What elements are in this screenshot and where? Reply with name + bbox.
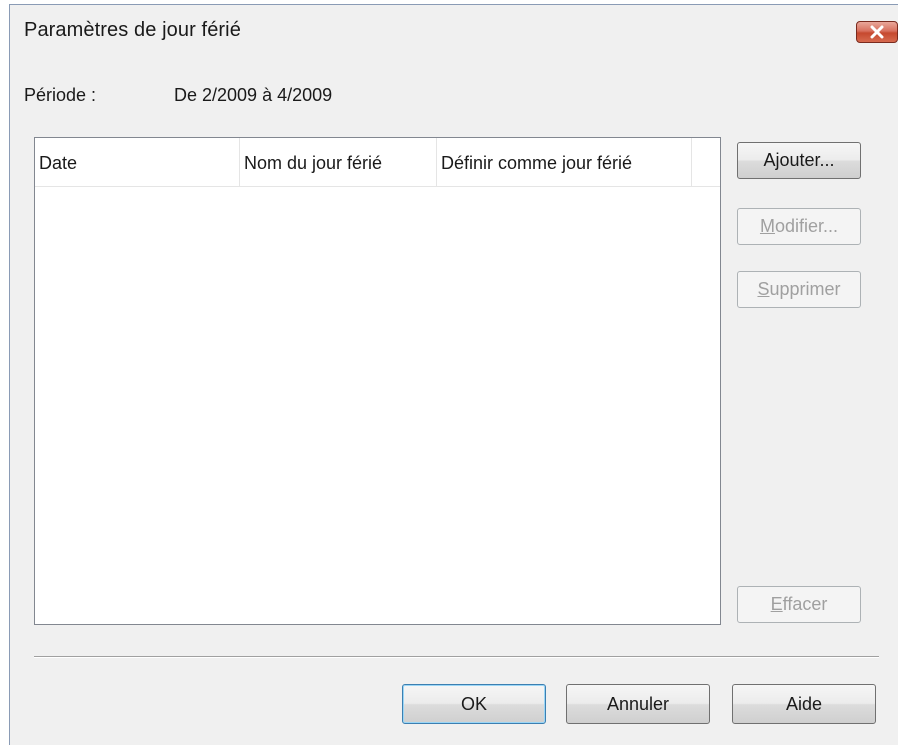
close-button[interactable]	[856, 21, 898, 43]
add-button[interactable]: Ajouter...	[737, 142, 861, 179]
ok-button-label: OK	[460, 693, 487, 714]
help-button[interactable]: Aide	[732, 684, 876, 724]
column-header-set-as-holiday[interactable]: Définir comme jour férié	[437, 138, 692, 186]
period-label: Période :	[24, 85, 97, 105]
title-bar[interactable]: Paramètres de jour férié	[10, 5, 898, 51]
delete-button[interactable]: Supprimer	[737, 271, 861, 308]
clear-button[interactable]: Effacer	[737, 586, 861, 623]
help-button-label: Aide	[785, 693, 823, 714]
column-header-holiday-name[interactable]: Nom du jour férié	[240, 138, 437, 186]
clear-button-label: Effacer	[770, 594, 828, 614]
cancel-button[interactable]: Annuler	[566, 684, 710, 724]
holiday-settings-dialog: Paramètres de jour férié Période : De 2/…	[9, 4, 898, 745]
delete-button-label: Supprimer	[757, 279, 841, 299]
modify-button-label: Modifier...	[759, 216, 839, 236]
dialog-title: Paramètres de jour férié	[24, 19, 241, 41]
ok-button[interactable]: OK	[402, 684, 546, 724]
close-icon	[870, 25, 884, 39]
modify-button[interactable]: Modifier...	[737, 208, 861, 245]
add-button-label: Ajouter...	[763, 150, 835, 170]
column-header-date[interactable]: Date	[35, 138, 240, 186]
period-value: De 2/2009 à 4/2009	[174, 85, 333, 105]
holiday-list[interactable]: Date Nom du jour férié Définir comme jou…	[34, 137, 721, 625]
list-header: Date Nom du jour férié Définir comme jou…	[35, 138, 720, 187]
cancel-button-label: Annuler	[606, 693, 670, 714]
footer-separator	[34, 656, 879, 658]
